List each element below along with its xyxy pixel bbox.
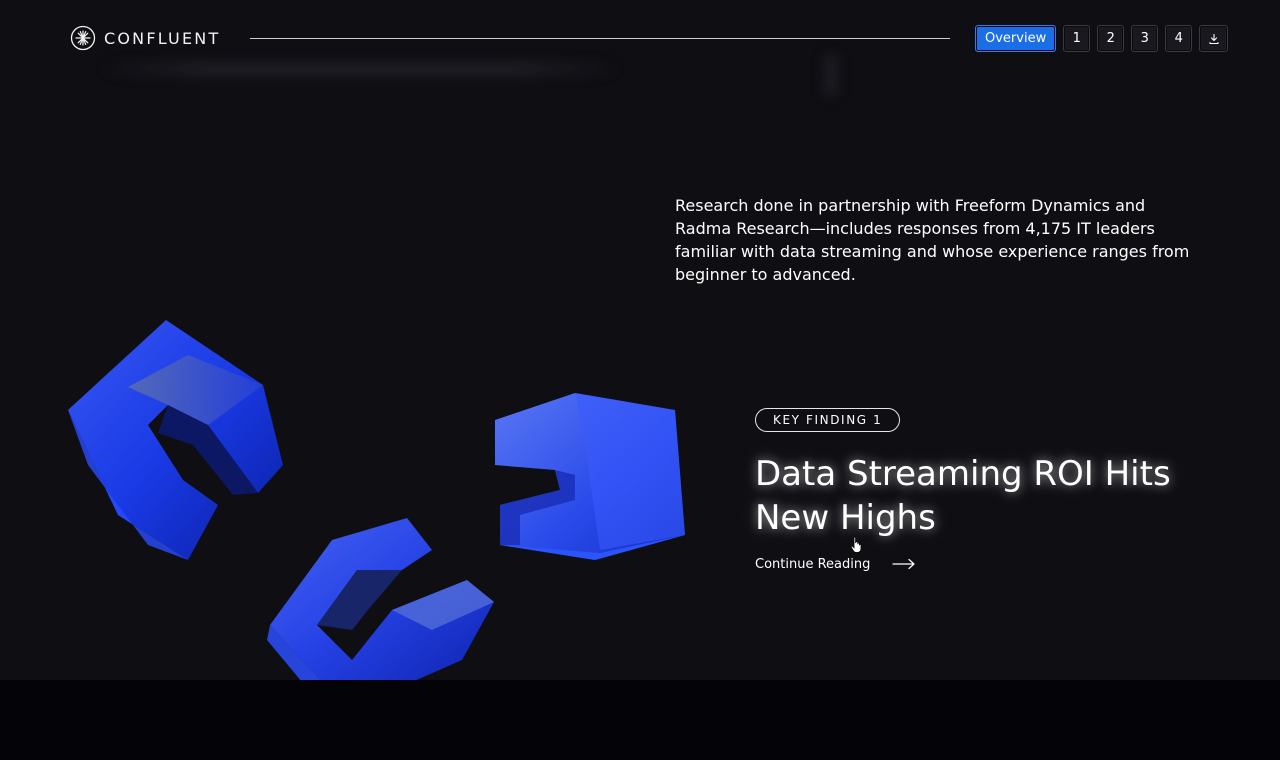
key-finding-badge: KEY FINDING 1 xyxy=(755,408,901,432)
overview-button[interactable]: Overview xyxy=(975,25,1057,52)
confluent-starburst-icon xyxy=(70,25,96,51)
download-icon xyxy=(1209,33,1219,44)
page-1-button[interactable]: 1 xyxy=(1063,25,1091,52)
arrow-right-icon xyxy=(892,558,915,570)
blue-3d-shape-bottom xyxy=(267,518,494,680)
section-nav: Overview 1 2 3 4 xyxy=(975,25,1229,52)
brand-name: CONFLUENT xyxy=(104,28,221,48)
blue-3d-shape-top-left xyxy=(68,320,283,560)
continue-reading-label: Continue Reading xyxy=(755,556,871,572)
page-2-button[interactable]: 2 xyxy=(1097,25,1125,52)
header-divider xyxy=(250,38,950,39)
continue-reading-link[interactable]: Continue Reading xyxy=(755,553,916,575)
blurred-background-strip xyxy=(100,62,620,76)
blurred-background-mark xyxy=(825,55,837,95)
page-4-button[interactable]: 4 xyxy=(1165,25,1193,52)
blue-3d-shape-center xyxy=(495,393,685,560)
intro-paragraph: Research done in partnership with Freefo… xyxy=(675,196,1190,284)
confluent-logo[interactable]: CONFLUENT xyxy=(70,25,220,51)
hero-section: CONFLUENT Overview 1 2 3 4 Research done… xyxy=(0,0,1280,680)
finding-title: Data Streaming ROI Hits New Highs xyxy=(755,454,1171,538)
hand-pointer-cursor-icon xyxy=(850,536,862,553)
download-button[interactable] xyxy=(1199,25,1229,52)
page-3-button[interactable]: 3 xyxy=(1131,25,1159,52)
footer-band xyxy=(0,680,1280,760)
